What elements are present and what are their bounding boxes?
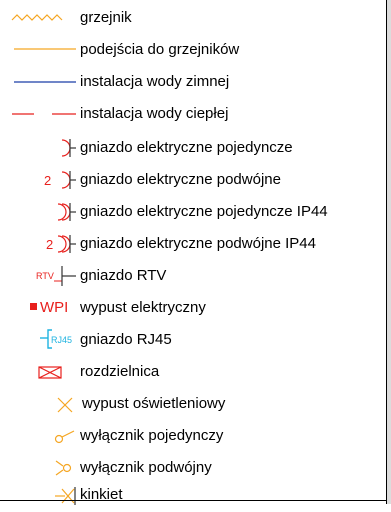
distribution-board-icon bbox=[38, 366, 62, 379]
legend-label-distribution-board: rozdzielnica bbox=[80, 363, 160, 380]
double-socket-icon: 2 bbox=[44, 171, 76, 189]
legend-label-lighting-outlet: wypust oświetleniowy bbox=[82, 395, 226, 412]
wall-lamp-icon bbox=[55, 487, 76, 505]
legend-label-hot-water: instalacja wody ciepłej bbox=[80, 105, 229, 122]
legend-label-single-switch: wyłącznik pojedynczy bbox=[80, 427, 224, 444]
single-switch-icon bbox=[54, 430, 75, 444]
double-socket-ip44-icon: 2 bbox=[46, 235, 76, 253]
wpi-marker: WPI bbox=[40, 299, 68, 316]
legend-row-single-socket-ip44: gniazdo elektryczne pojedyncze IP44 bbox=[0, 196, 380, 228]
legend-row-double-socket: 2 gniazdo elektryczne podwójne bbox=[0, 164, 380, 196]
legend-label-electrical-outlet: wypust elektryczny bbox=[80, 299, 206, 316]
legend-row-radiator-connection: podejścia do grzejników bbox=[0, 34, 380, 66]
rtv-marker: RTV bbox=[36, 271, 54, 281]
rj45-marker: RJ45 bbox=[51, 335, 72, 345]
legend-label-rj45: gniazdo RJ45 bbox=[80, 331, 172, 348]
lighting-outlet-icon bbox=[57, 397, 73, 413]
legend-label-radiator: grzejnik bbox=[80, 9, 132, 26]
legend-row-single-switch: wyłącznik pojedynczy bbox=[0, 420, 380, 452]
frame-bottom-border bbox=[0, 500, 387, 501]
legend-row-rj45: RJ45 gniazdo RJ45 bbox=[0, 324, 380, 356]
socket-count-marker: 2 bbox=[46, 237, 53, 252]
legend-label-tv-socket: gniazdo RTV bbox=[80, 267, 167, 284]
single-socket-icon bbox=[61, 139, 76, 157]
radiator-zigzag-icon bbox=[11, 14, 63, 21]
legend-label-wall-lamp: kinkiet bbox=[80, 486, 123, 503]
legend-row-tv-socket: RTV gniazdo RTV bbox=[0, 260, 380, 292]
legend-label-double-socket-ip44: gniazdo elektryczne podwójne IP44 bbox=[80, 235, 316, 252]
legend-label-radiator-connection: podejścia do grzejników bbox=[80, 41, 240, 58]
legend-row-wall-lamp: kinkiet bbox=[0, 480, 380, 512]
legend-row-single-socket: gniazdo elektryczne pojedyncze bbox=[0, 132, 380, 164]
electrical-outlet-point-icon: WPI bbox=[30, 299, 68, 316]
legend-row-lighting-outlet: wypust oświetleniowy bbox=[0, 388, 380, 420]
legend-row-hot-water: instalacja wody ciepłej bbox=[0, 98, 380, 130]
frame-right-strip bbox=[387, 0, 391, 504]
legend-label-single-socket: gniazdo elektryczne pojedyncze bbox=[80, 139, 293, 156]
legend-panel: grzejnik podejścia do grzejników instala… bbox=[0, 0, 391, 505]
legend-row-distribution-board: rozdzielnica bbox=[0, 356, 380, 388]
legend-label-double-switch: wyłącznik podwójny bbox=[80, 459, 212, 476]
socket-count-marker: 2 bbox=[44, 173, 51, 188]
hot-water-dashed-line-icon bbox=[12, 113, 76, 115]
legend-row-cold-water: instalacja wody zimnej bbox=[0, 66, 380, 98]
single-socket-ip44-icon bbox=[57, 203, 76, 221]
legend-label-cold-water: instalacja wody zimnej bbox=[80, 73, 230, 90]
cold-water-line-icon bbox=[14, 81, 76, 83]
radiator-connection-line-icon bbox=[14, 48, 76, 50]
legend-row-electrical-outlet: WPI wypust elektryczny bbox=[0, 292, 380, 324]
legend-label-single-socket-ip44: gniazdo elektryczne pojedyncze IP44 bbox=[80, 203, 328, 220]
rj45-socket-icon: RJ45 bbox=[40, 329, 72, 349]
legend-row-double-socket-ip44: 2 gniazdo elektryczne podwójne IP44 bbox=[0, 228, 380, 260]
tv-socket-icon: RTV bbox=[36, 266, 76, 286]
legend-row-radiator: grzejnik bbox=[0, 2, 380, 34]
legend-label-double-socket: gniazdo elektryczne podwójne bbox=[80, 171, 281, 188]
